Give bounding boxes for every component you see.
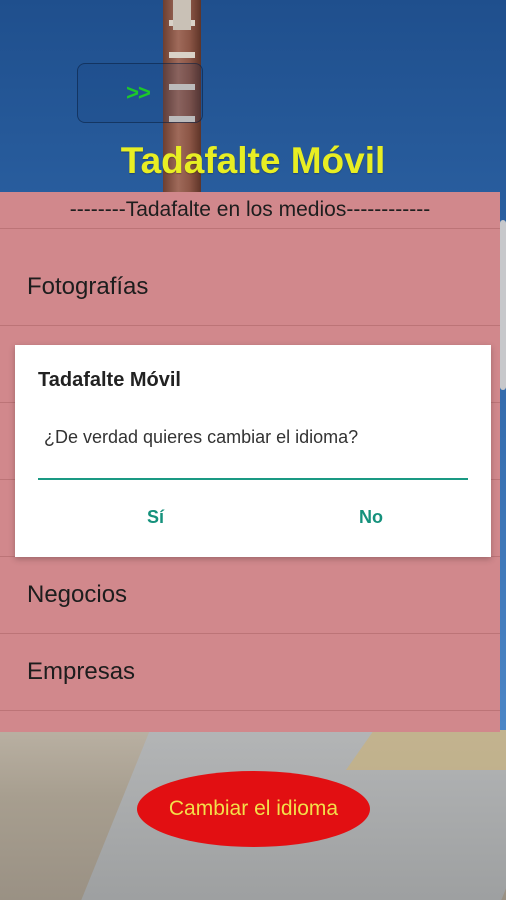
list-item-fotografias[interactable]: Fotografías [0,248,500,326]
yes-button[interactable]: Sí [137,503,174,532]
tower-top-image [173,0,191,30]
list-item-label: Empresas [27,657,136,685]
confirm-language-dialog: Tadafalte Móvil ¿De verdad quieres cambi… [15,345,491,557]
nav-forward-button[interactable]: >> [77,63,203,123]
list-item-label: Fotografías [27,272,149,300]
forward-arrows-icon: >> [126,80,151,105]
dialog-divider [38,478,468,480]
app-title: Tadafalte Móvil [120,140,386,181]
road-edge-image [345,730,506,770]
scrollbar[interactable] [500,220,506,390]
no-button[interactable]: No [349,503,393,532]
list-item-empresas[interactable]: Empresas [0,633,500,711]
change-language-button[interactable]: Cambiar el idioma [137,771,370,847]
list-item-label: Negocios [27,580,128,608]
dialog-message: ¿De verdad quieres cambiar el idioma? [44,427,359,447]
list-item-negocios[interactable]: Negocios [0,556,500,634]
list-section-header: --------Tadafalte en los medios---------… [0,192,500,229]
dialog-title: Tadafalte Móvil [38,369,181,391]
